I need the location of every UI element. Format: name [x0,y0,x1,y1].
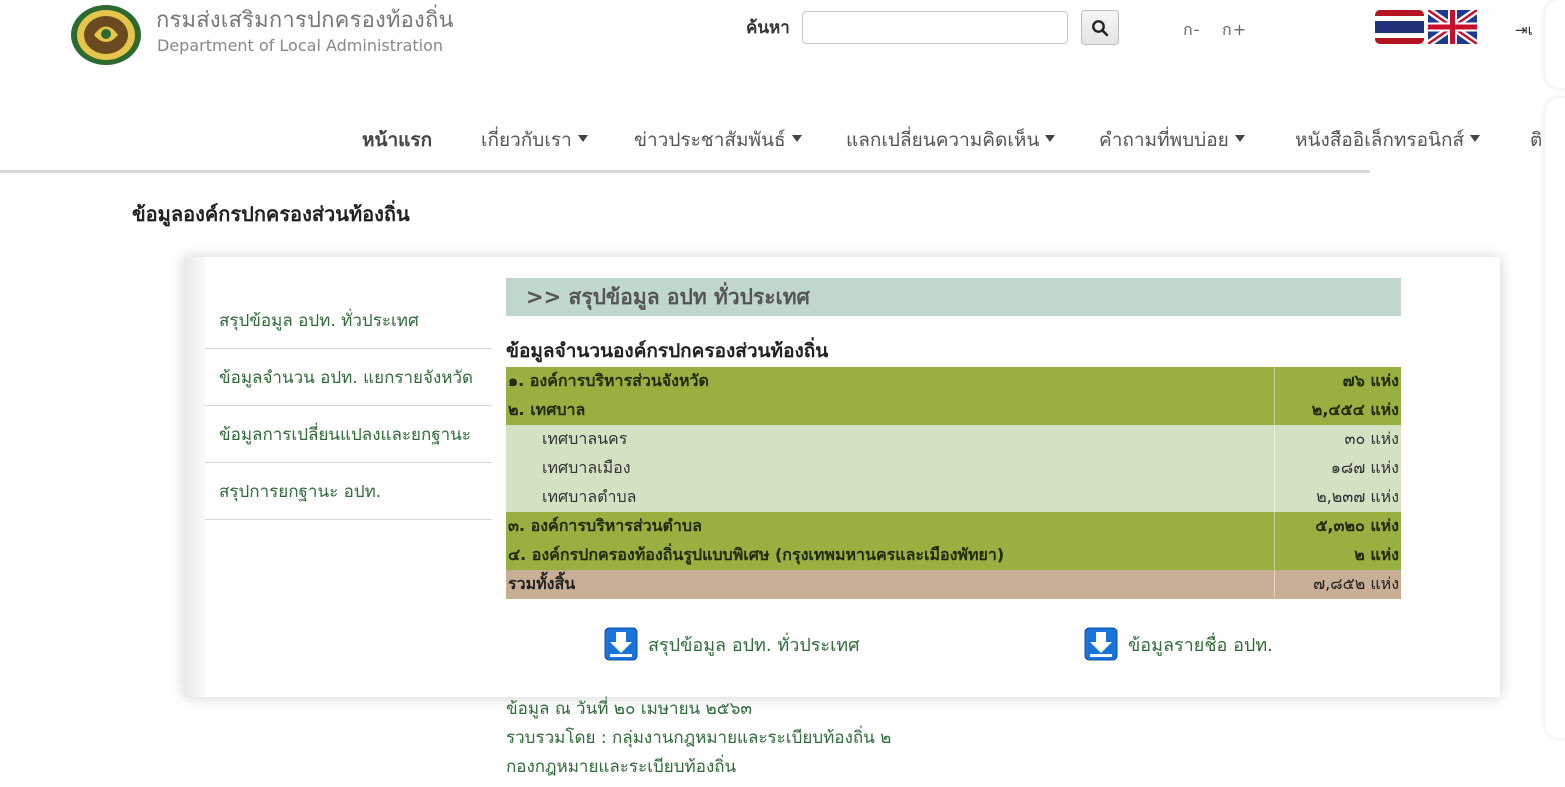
table-row: ๑. องค์การบริหารส่วนจังหวัด ๗๖ แห่ง [506,367,1401,396]
row-label: ๔. องค์กรปกครองท้องถิ่นรูปแบบพิเศษ (กรุง… [506,541,1275,570]
table-row-total: รวมทั้งสิ้น ๗,๘๕๒ แห่ง [506,570,1401,599]
nav-contact[interactable]: ติ [1530,125,1542,155]
nav-contact-label: ติ [1530,129,1543,151]
row-value: ๒ แห่ง [1274,541,1401,570]
download-summary-label: สรุปข้อมูล อปท. ทั่วประเทศ [648,634,860,656]
side-menu: สรุปข้อมูล อปท. ทั่วประเทศ ข้อมูลจำนวน อ… [205,292,492,520]
caret-down-icon [1234,135,1245,142]
main-nav: หน้าแรก เกี่ยวกับเรา ข่าวประชาสัมพันธ์ แ… [0,125,1565,153]
uk-flag-icon[interactable] [1426,7,1479,47]
nav-about[interactable]: เกี่ยวกับเรา [481,125,588,155]
row-value: ๒,๔๕๔ แห่ง [1274,396,1401,425]
row-value: ๕,๓๒๐ แห่ง [1274,512,1401,541]
download-summary-link[interactable]: สรุปข้อมูล อปท. ทั่วประเทศ [604,627,860,661]
thai-flag-icon[interactable] [1375,10,1424,44]
side-menu-item-summary[interactable]: สรุปข้อมูล อปท. ทั่วประเทศ [205,292,492,349]
nav-faq[interactable]: คำถามที่พบบ่อย [1099,125,1245,155]
row-value: ๗๖ แห่ง [1274,367,1401,396]
table-row: เทศบาลเมือง ๑๘๗ แห่ง [506,454,1401,483]
data-date-text: ข้อมูล ณ วันที่ ๒๐ เมษายน ๒๕๖๓ [506,699,753,719]
row-label: ๒. เทศบาล [506,396,1275,425]
search-input[interactable] [802,11,1068,44]
login-link[interactable]: ⇥เ [1515,18,1533,42]
table-row: ๒. เทศบาล ๒,๔๕๔ แห่ง [506,396,1401,425]
row-label: ๓. องค์การบริหารส่วนตำบล [506,512,1275,541]
nav-faq-label: คำถามที่พบบ่อย [1099,129,1229,151]
table-row: ๔. องค์กรปกครองท้องถิ่นรูปแบบพิเศษ (กรุง… [506,541,1401,570]
search-button[interactable] [1081,10,1119,45]
nav-ebooks-label: หนังสืออิเล็กทรอนิกส์ [1295,129,1465,151]
side-menu-item-changes[interactable]: ข้อมูลการเปลี่ยนแปลงและยกฐานะ [205,406,492,463]
download-names-label: ข้อมูลรายชื่อ อปท. [1128,634,1273,656]
row-value: ๑๘๗ แห่ง [1274,454,1401,483]
nav-news[interactable]: ข่าวประชาสัมพันธ์ [634,125,802,155]
panel-gutter [184,257,206,697]
table-row: เทศบาลตำบล ๒,๒๓๗ แห่ง [506,483,1401,512]
nav-forum[interactable]: แลกเปลี่ยนความคิดเห็น [846,125,1056,155]
caret-down-icon [1470,135,1481,142]
caret-down-icon [1045,135,1056,142]
row-label: เทศบาลเมือง [506,454,1275,483]
division-text: กองกฎหมายและระเบียบท้องถิ่น [506,757,737,777]
page-title: ข้อมูลองค์กรปกครองส่วนท้องถิ่น [132,202,410,226]
table-row: ๓. องค์การบริหารส่วนตำบล ๕,๓๒๐ แห่ง [506,512,1401,541]
table-row: เทศบาลนคร ๓๐ แห่ง [506,425,1401,454]
download-icon [1084,627,1118,661]
font-decrease-button[interactable]: ก- [1183,18,1200,43]
side-menu-item-upgrade-summary[interactable]: สรุปการยกฐานะ อปท. [205,463,492,520]
download-icon [604,627,638,661]
search-icon [1092,19,1109,36]
row-label: เทศบาลนคร [506,425,1275,454]
side-widget-tab[interactable] [1545,98,1565,738]
nav-news-label: ข่าวประชาสัมพันธ์ [634,129,786,151]
section-heading: >> สรุปข้อมูล อปท ทั่วประเทศ [506,278,1401,316]
nav-divider [0,170,1370,173]
nav-home[interactable]: หน้าแรก [362,125,432,155]
caret-down-icon [577,135,588,142]
lao-count-table: ๑. องค์การบริหารส่วนจังหวัด ๗๖ แห่ง ๒. เ… [506,367,1401,599]
login-label: เ [1527,21,1533,39]
row-value: ๗,๘๕๒ แห่ง [1274,570,1401,599]
sign-in-icon: ⇥ [1515,21,1528,39]
org-name-thai: กรมส่งเสริมการปกครองท้องถิ่น [156,8,454,33]
row-label: รวมทั้งสิ้น [506,570,1275,599]
row-label: ๑. องค์การบริหารส่วนจังหวัด [506,367,1275,396]
side-widget-tab-top[interactable] [1545,0,1565,88]
font-increase-button[interactable]: ก+ [1222,18,1247,43]
org-name-english: Department of Local Administration [157,36,444,55]
nav-ebooks[interactable]: หนังสืออิเล็กทรอนิกส์ [1295,125,1481,155]
dla-seal-logo[interactable] [70,4,142,66]
row-label: เทศบาลตำบล [506,483,1275,512]
table-title: ข้อมูลจำนวนองค์กรปกครองส่วนท้องถิ่น [506,340,829,362]
row-value: ๓๐ แห่ง [1274,425,1401,454]
download-names-link[interactable]: ข้อมูลรายชื่อ อปท. [1084,627,1273,661]
row-value: ๒,๒๓๗ แห่ง [1274,483,1401,512]
nav-forum-label: แลกเปลี่ยนความคิดเห็น [846,129,1040,151]
caret-down-icon [791,135,802,142]
compiled-by-text: รวบรวมโดย : กลุ่มงานกฎหมายและระเบียบท้อง… [506,728,892,748]
nav-home-label: หน้าแรก [362,129,433,151]
nav-about-label: เกี่ยวกับเรา [481,129,572,151]
side-menu-item-by-province[interactable]: ข้อมูลจำนวน อปท. แยกรายจังหวัด [205,349,492,406]
search-label: ค้นหา [746,18,790,38]
